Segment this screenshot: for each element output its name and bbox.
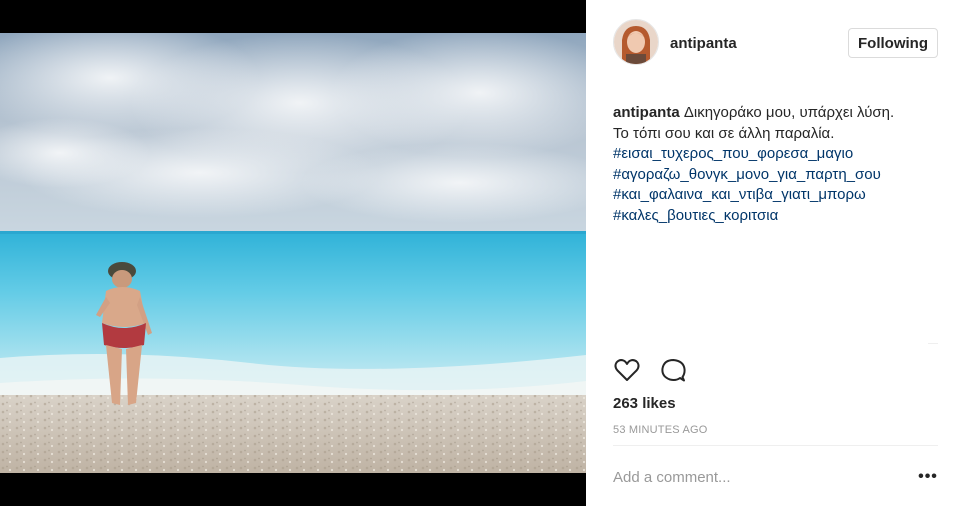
- hashtag-link[interactable]: #καλες_βουτιες_κοριτσια: [613, 206, 953, 227]
- caption-text-line2: Το τόπι σου και σε άλλη παραλία.: [613, 124, 835, 142]
- post-photo[interactable]: [0, 33, 586, 473]
- post-caption: antipanta Δικηγοράκο μου, υπάρχει λύση. …: [613, 103, 953, 226]
- like-count[interactable]: 263 likes: [613, 395, 676, 412]
- hashtag-link[interactable]: #αγοραζω_θονγκ_μονο_για_παρτη_σου: [613, 165, 953, 186]
- divider: [928, 343, 938, 344]
- post-timestamp[interactable]: 53 MINUTES AGO: [613, 424, 708, 436]
- heart-icon[interactable]: [613, 356, 641, 384]
- comment-input[interactable]: [613, 466, 903, 488]
- divider: [613, 445, 938, 446]
- caption-first-line: antipanta Δικηγοράκο μου, υπάρχει λύση.: [613, 103, 953, 124]
- post-media: [0, 0, 586, 506]
- comment-bubble-icon[interactable]: [659, 356, 687, 384]
- hashtag-link[interactable]: #και_φαλαινα_και_ντιβα_γιατι_μπορω: [613, 185, 953, 206]
- caption-username[interactable]: antipanta: [613, 104, 680, 121]
- more-options-icon[interactable]: •••: [916, 468, 940, 486]
- following-button[interactable]: Following: [848, 28, 938, 58]
- post-author-username[interactable]: antipanta: [670, 35, 737, 52]
- caption-text-line1: Δικηγοράκο μου, υπάρχει λύση.: [683, 104, 895, 121]
- post-sidebar: antipanta Following antipanta Δικηγοράκο…: [586, 0, 980, 506]
- avatar[interactable]: [613, 19, 659, 65]
- hashtag-link[interactable]: #εισαι_τυχερος_που_φορεσα_μαγιο: [613, 144, 953, 165]
